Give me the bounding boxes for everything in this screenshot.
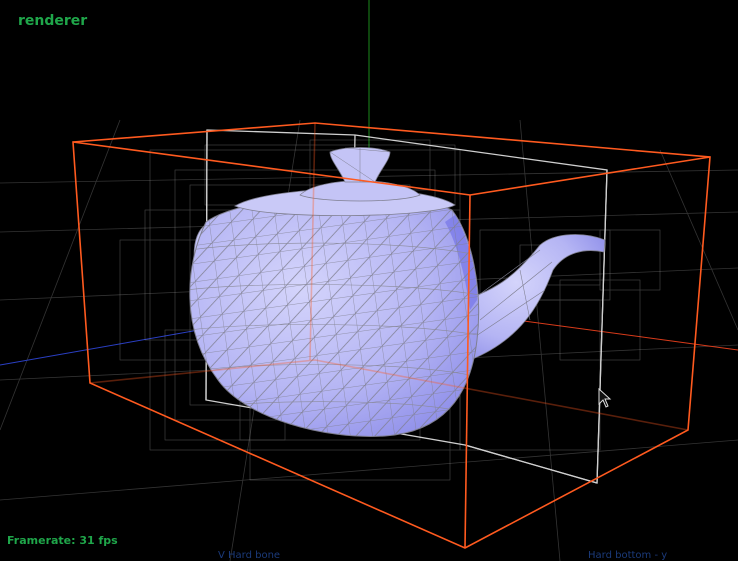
bottom-right-label: Hard bottom - y: [588, 550, 668, 561]
scene-canvas[interactable]: [0, 0, 738, 561]
3d-viewport[interactable]: renderer Framerate: 31 fps V Hard bone H…: [0, 0, 738, 561]
teapot-spout: [461, 234, 606, 361]
bottom-left-label: V Hard bone: [218, 550, 281, 561]
mouse-cursor-icon: [598, 388, 612, 408]
teapot-model: [189, 147, 606, 437]
